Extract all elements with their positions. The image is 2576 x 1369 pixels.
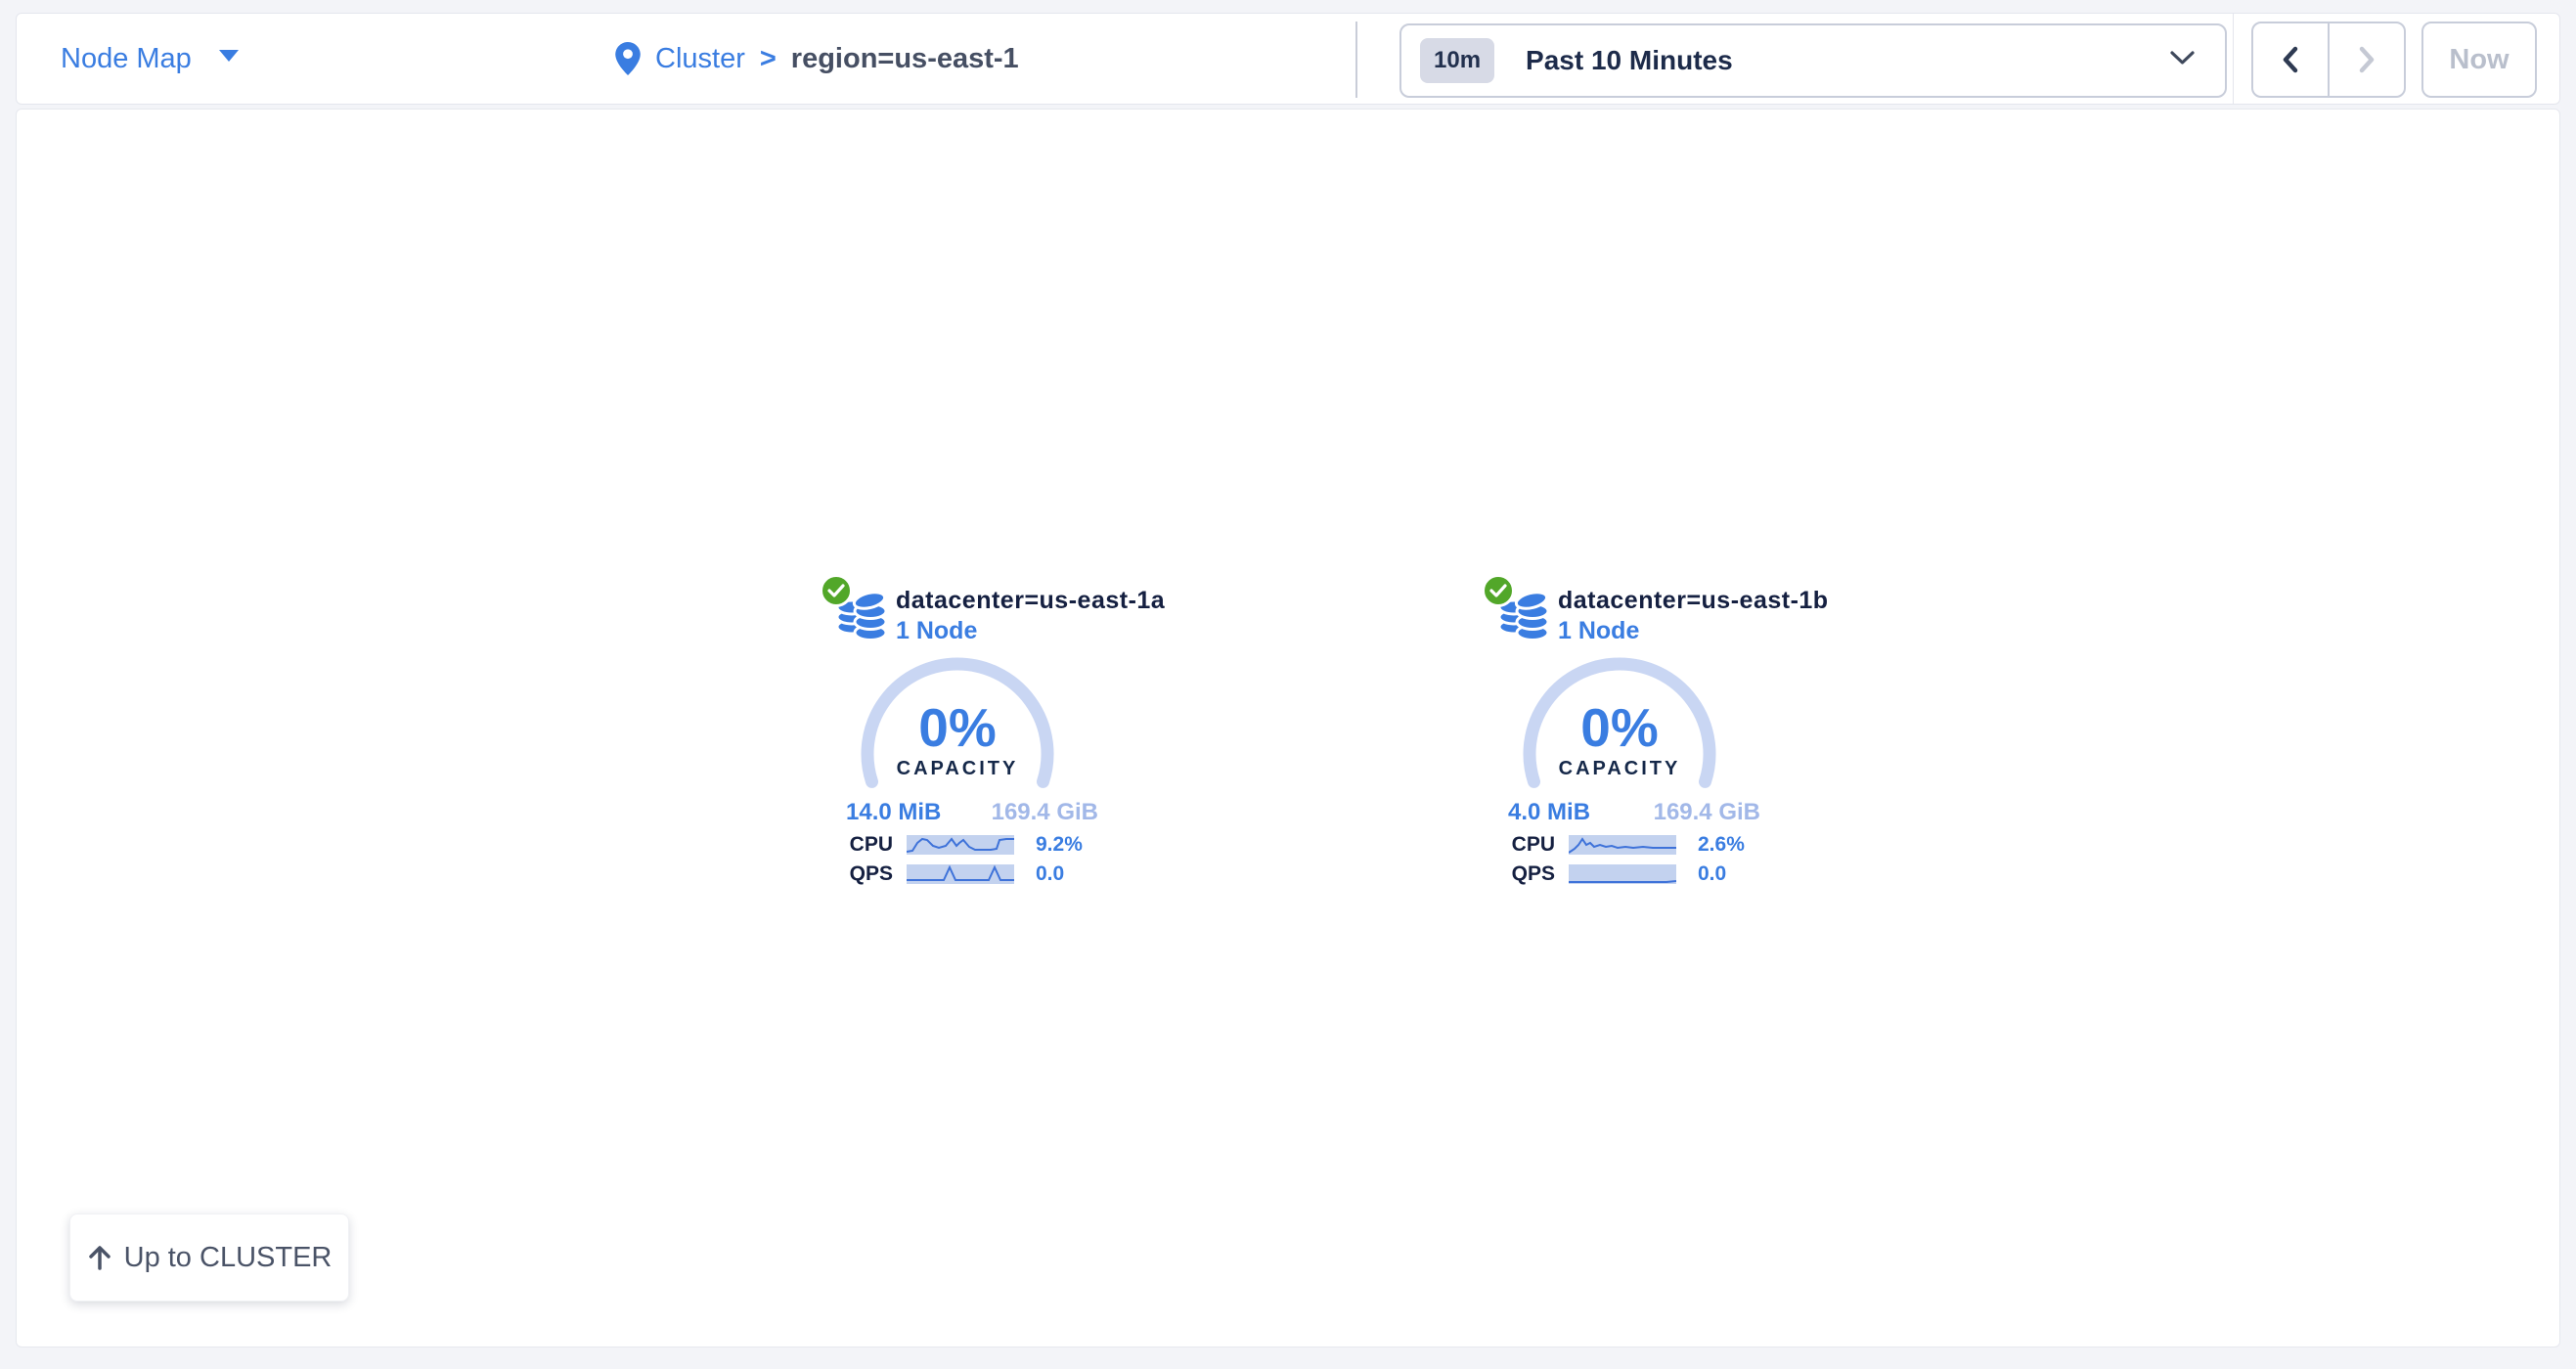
capacity-label: CAPACITY [1517, 758, 1722, 780]
qps-label: QPS [842, 862, 893, 886]
up-arrow-icon [87, 1244, 112, 1271]
time-step-buttons [2251, 22, 2406, 98]
capacity-total: 169.4 GiB [1654, 799, 1760, 826]
view-selector-dropdown[interactable]: Node Map [61, 14, 239, 104]
prev-arrow-icon [2281, 44, 2300, 75]
datacenter-card-titles: datacenter=us-east-1a 1 Node [896, 586, 1165, 646]
capacity-label: CAPACITY [855, 758, 1060, 780]
datacenter-card[interactable]: datacenter=us-east-1a 1 Node 0% CAPACITY… [813, 568, 1106, 891]
datacenter-card-titles: datacenter=us-east-1b 1 Node [1558, 586, 1829, 646]
breadcrumb-current: region=us-east-1 [791, 43, 1019, 75]
up-to-cluster-label: Up to CLUSTER [124, 1242, 333, 1274]
cpu-label: CPU [1504, 833, 1555, 857]
datacenter-card[interactable]: datacenter=us-east-1b 1 Node 0% CAPACITY… [1475, 568, 1768, 891]
breadcrumb-link-cluster[interactable]: Cluster [655, 43, 745, 75]
capacity-used: 14.0 MiB [846, 799, 941, 826]
datacenter-title: datacenter=us-east-1a [896, 586, 1165, 616]
chevron-down-icon [2169, 50, 2196, 71]
cpu-sparkline [907, 835, 1014, 855]
cpu-sparkline [1569, 835, 1676, 855]
capacity-gauge-text: 0% CAPACITY [1517, 700, 1722, 780]
breadcrumb-separator: > [760, 43, 777, 75]
prev-time-button[interactable] [2253, 23, 2328, 96]
map-pin-icon [615, 42, 641, 75]
cpu-label: CPU [842, 833, 893, 857]
health-check-icon [820, 574, 853, 607]
health-check-icon [1482, 574, 1515, 607]
time-range-selector[interactable]: 10m Past 10 Minutes [1399, 23, 2227, 98]
cpu-metric-row: CPU 9.2% [842, 833, 1083, 857]
qps-value: 0.0 [1698, 862, 1726, 886]
node-count: 1 Node [896, 616, 1165, 646]
cpu-value: 9.2% [1036, 833, 1083, 857]
qps-metric-row: QPS 0.0 [842, 862, 1064, 886]
header-divider [1355, 22, 1357, 98]
cpu-metric-row: CPU 2.6% [1504, 833, 1745, 857]
breadcrumb: Cluster > region=us-east-1 [615, 14, 1019, 104]
capacity-values: 4.0 MiB 169.4 GiB [1508, 799, 1760, 826]
qps-metric-row: QPS 0.0 [1504, 862, 1726, 886]
now-button[interactable]: Now [2421, 22, 2537, 98]
up-to-cluster-button[interactable]: Up to CLUSTER [69, 1214, 349, 1302]
time-range-badge: 10m [1420, 38, 1494, 83]
node-map-canvas: datacenter=us-east-1a 1 Node 0% CAPACITY… [16, 109, 2560, 1347]
next-time-button[interactable] [2328, 23, 2404, 96]
dropdown-caret-icon [219, 50, 239, 67]
datacenter-title: datacenter=us-east-1b [1558, 586, 1829, 616]
header-divider [2233, 14, 2234, 104]
capacity-gauge-text: 0% CAPACITY [855, 700, 1060, 780]
capacity-percent: 0% [1517, 700, 1722, 755]
capacity-values: 14.0 MiB 169.4 GiB [846, 799, 1098, 826]
view-selector-label: Node Map [61, 43, 192, 75]
cpu-value: 2.6% [1698, 833, 1745, 857]
qps-sparkline [907, 864, 1014, 884]
node-count: 1 Node [1558, 616, 1829, 646]
capacity-used: 4.0 MiB [1508, 799, 1590, 826]
qps-sparkline [1569, 864, 1676, 884]
time-range-label: Past 10 Minutes [1526, 45, 1733, 76]
next-arrow-icon [2357, 44, 2376, 75]
qps-value: 0.0 [1036, 862, 1064, 886]
header-bar: Node Map Cluster > region=us-east-1 10m … [16, 13, 2560, 105]
capacity-percent: 0% [855, 700, 1060, 755]
capacity-total: 169.4 GiB [992, 799, 1098, 826]
qps-label: QPS [1504, 862, 1555, 886]
